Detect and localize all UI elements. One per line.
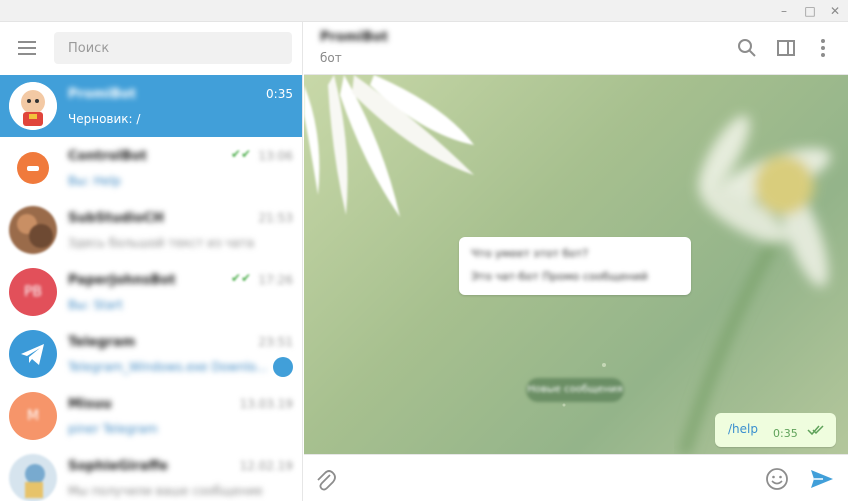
read-check-icon: ✔✔ [230, 271, 251, 285]
chat-name: Telegram [68, 335, 136, 350]
chat-time: 0:35 [266, 87, 293, 101]
message-line: Это чат-бот Промо сообщений [471, 270, 648, 283]
sidebar-toggle-icon[interactable] [775, 37, 797, 59]
title-bar: – □ ✕ [0, 0, 848, 22]
message-time: 0:35 [773, 427, 798, 440]
message-composer [304, 454, 848, 501]
avatar [9, 144, 57, 192]
chat-time: 13:06 [258, 149, 293, 163]
search-input[interactable] [54, 32, 292, 64]
avatar: PB [9, 268, 57, 316]
minimize-button[interactable]: – [774, 2, 794, 20]
maximize-button[interactable]: □ [800, 2, 820, 20]
chat-time: 17:26 [258, 273, 293, 287]
chat-preview: piner Telegram [68, 422, 158, 436]
chat-name: SophieGiraffe [68, 459, 168, 474]
chat-item[interactable]: PB PaperJohnsBot ✔✔ 17:26 Вы: Start [0, 261, 302, 323]
conversation-panel: PromiBot бот Что умеет этот бот? Это чат… [304, 22, 848, 501]
avatar [9, 206, 57, 254]
message-input[interactable] [350, 465, 750, 493]
search-icon[interactable] [736, 37, 758, 59]
bot-description-message: Что умеет этот бот? Это чат-бот Промо со… [459, 237, 691, 295]
peer-status: бот [320, 51, 342, 65]
avatar-initials: PB [23, 284, 43, 300]
chat-name: Misuu [68, 397, 112, 412]
chat-preview: Telegram_Windows.exe Downlo... [68, 360, 268, 374]
chat-name: SubStudioCH [68, 211, 164, 226]
chat-background: Что умеет этот бот? Это чат-бот Промо со… [304, 75, 848, 454]
chat-item[interactable]: M Misuu 13.03.19 piner Telegram [0, 385, 302, 447]
chat-item-promibot[interactable]: PromiBot 0:35 Черновик: / [0, 75, 302, 137]
avatar [9, 82, 57, 130]
read-check-icon: ✔✔ [230, 147, 251, 161]
unread-badge [273, 357, 293, 377]
chat-list-panel: PromiBot 0:35 Черновик: / ControlBot ✔✔ … [0, 22, 303, 501]
chat-item[interactable]: Telegram 23:51 Telegram_Windows.exe Down… [0, 323, 302, 385]
message-line: Что умеет этот бот? [471, 247, 589, 260]
chat-time: 12.02.19 [239, 459, 293, 473]
avatar [9, 330, 57, 378]
chat-preview: Вы: Help [68, 174, 121, 188]
chat-name: PromiBot [68, 87, 136, 102]
outgoing-message: /help 0:35 [715, 413, 836, 447]
unread-divider: Новые сообщения [526, 378, 624, 402]
emoji-icon[interactable] [765, 467, 789, 491]
menu-icon[interactable] [18, 41, 36, 55]
attach-icon[interactable] [314, 467, 336, 491]
chat-preview: Здесь большой текст из чата [68, 236, 255, 250]
chat-item[interactable]: SubStudioCH 21:53 Здесь большой текст из… [0, 199, 302, 261]
chat-header: PromiBot бот [304, 22, 848, 75]
avatar-initials: M [26, 408, 40, 424]
chat-item[interactable]: ControlBot ✔✔ 13:06 Вы: Help [0, 137, 302, 199]
avatar: M [9, 392, 57, 440]
chat-name: ControlBot [68, 149, 147, 164]
chat-time: 13.03.19 [239, 397, 293, 411]
chat-name: PaperJohnsBot [68, 273, 176, 288]
double-check-icon [807, 425, 824, 436]
chat-preview: Черновик: / [68, 112, 141, 126]
chat-time: 21:53 [258, 211, 293, 225]
chat-time: 23:51 [258, 335, 293, 349]
command-link[interactable]: /help [728, 422, 758, 436]
peer-name[interactable]: PromiBot [320, 30, 388, 45]
chat-item[interactable]: SophieGiraffe 12.02.19 Мы получили ваше … [0, 447, 302, 501]
more-menu-icon[interactable] [812, 37, 834, 59]
send-icon[interactable] [809, 467, 835, 491]
chat-preview: Вы: Start [68, 298, 123, 312]
close-button[interactable]: ✕ [825, 2, 845, 20]
chat-preview: Мы получили ваше сообщение [68, 484, 263, 498]
avatar [9, 454, 57, 501]
